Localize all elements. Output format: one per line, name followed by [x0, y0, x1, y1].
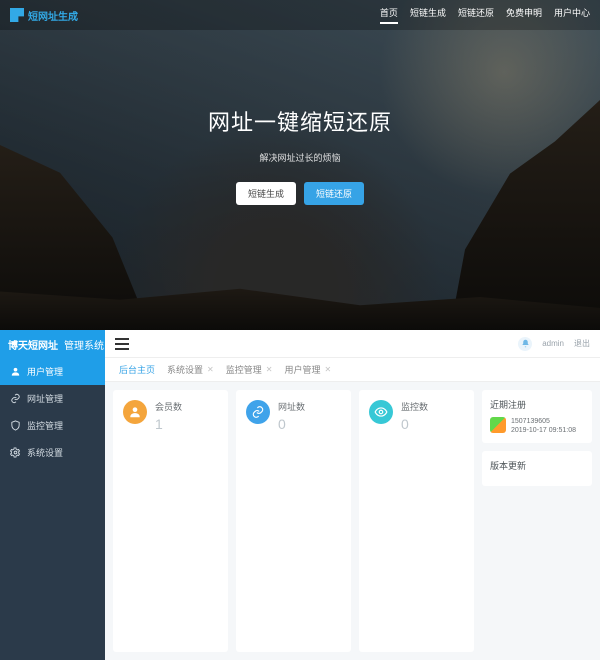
card-label: 监控数 — [401, 400, 428, 413]
generate-button[interactable]: 短链生成 — [236, 182, 296, 205]
sidebar-item-label: 网址管理 — [27, 392, 63, 405]
nav-generate[interactable]: 短链生成 — [410, 6, 446, 24]
monitor-icon — [369, 400, 393, 424]
gear-icon — [10, 447, 21, 458]
card-value: 1 — [155, 416, 182, 432]
close-icon[interactable]: ✕ — [324, 365, 331, 374]
recent-item[interactable]: 1507139605 2019-10-17 09:51:08 — [490, 417, 584, 435]
tab-label: 监控管理 — [226, 363, 262, 376]
hero-subtitle: 解决网址过长的烦恼 — [0, 151, 600, 164]
tab-label: 用户管理 — [284, 363, 320, 376]
sidebar-item-users[interactable]: 用户管理 — [0, 358, 105, 385]
hero-buttons: 短链生成 短链还原 — [0, 182, 600, 205]
admin-dashboard: 博天短网址 管理系统 用户管理 网址管理 监控管理 系统设置 — [0, 330, 600, 660]
avatar-icon — [490, 417, 506, 433]
tab-bar: 后台主页 系统设置 ✕ 监控管理 ✕ 用户管理 ✕ — [105, 358, 600, 382]
nav-disclaimer[interactable]: 免费申明 — [506, 6, 542, 24]
right-column: 近期注册 1507139605 2019-10-17 09:51:08 版本更新 — [482, 390, 592, 652]
card-members: 会员数 1 — [113, 390, 228, 652]
user-icon — [10, 366, 21, 377]
tab-dashboard[interactable]: 后台主页 — [115, 363, 159, 376]
card-urls: 网址数 0 — [236, 390, 351, 652]
panel-title: 近期注册 — [490, 398, 584, 411]
stat-cards: 会员数 1 网址数 0 — [113, 390, 474, 652]
sidebar-item-settings[interactable]: 系统设置 — [0, 439, 105, 466]
sidebar: 博天短网址 管理系统 用户管理 网址管理 监控管理 系统设置 — [0, 330, 105, 660]
tab-label: 系统设置 — [167, 363, 203, 376]
close-icon[interactable]: ✕ — [266, 365, 273, 374]
notification-icon[interactable] — [518, 337, 532, 351]
sidebar-item-label: 监控管理 — [27, 419, 63, 432]
card-monitor: 监控数 0 — [359, 390, 474, 652]
restore-button[interactable]: 短链还原 — [304, 182, 364, 205]
top-navbar: 短网址生成 首页 短链生成 短链还原 免费申明 用户中心 — [0, 0, 600, 30]
content-area: 会员数 1 网址数 0 — [105, 382, 600, 660]
sidebar-brand[interactable]: 博天短网址 管理系统 — [0, 330, 105, 358]
nav-user-center[interactable]: 用户中心 — [554, 6, 590, 24]
card-value: 0 — [401, 416, 428, 432]
sidebar-item-label: 系统设置 — [27, 446, 63, 459]
card-label: 网址数 — [278, 400, 305, 413]
landing-hero: 短网址生成 首页 短链生成 短链还原 免费申明 用户中心 网址一键缩短还原 解决… — [0, 0, 600, 330]
hero-title: 网址一键缩短还原 — [0, 105, 600, 137]
tab-settings[interactable]: 系统设置 ✕ — [163, 363, 218, 376]
recent-registrations-panel: 近期注册 1507139605 2019-10-17 09:51:08 — [482, 390, 592, 443]
sidebar-item-monitor[interactable]: 监控管理 — [0, 412, 105, 439]
card-value: 0 — [278, 416, 305, 432]
hero-content: 网址一键缩短还原 解决网址过长的烦恼 短链生成 短链还原 — [0, 105, 600, 205]
members-icon — [123, 400, 147, 424]
nav-restore[interactable]: 短链还原 — [458, 6, 494, 24]
tab-users[interactable]: 用户管理 ✕ — [280, 363, 335, 376]
recent-user-id: 1507139605 — [511, 417, 576, 426]
sidebar-item-label: 用户管理 — [27, 365, 63, 378]
menu-toggle-icon[interactable] — [115, 338, 129, 350]
sidebar-brand-sub: 管理系统 — [64, 337, 104, 352]
tab-monitor[interactable]: 监控管理 ✕ — [222, 363, 277, 376]
logout-link[interactable]: 退出 — [574, 338, 590, 349]
username-label[interactable]: admin — [542, 339, 564, 348]
shield-icon — [10, 420, 21, 431]
brand[interactable]: 短网址生成 — [10, 8, 78, 23]
sidebar-item-urls[interactable]: 网址管理 — [0, 385, 105, 412]
link-icon — [10, 393, 21, 404]
changelog-panel: 版本更新 — [482, 451, 592, 486]
sidebar-brand-main: 博天短网址 — [8, 337, 58, 352]
panel-title: 版本更新 — [490, 459, 584, 472]
nav-home[interactable]: 首页 — [380, 6, 398, 24]
main-area: admin 退出 后台主页 系统设置 ✕ 监控管理 ✕ 用户管理 ✕ — [105, 330, 600, 660]
recent-time: 2019-10-17 09:51:08 — [511, 426, 576, 435]
primary-nav: 首页 短链生成 短链还原 免费申明 用户中心 — [380, 6, 590, 24]
topbar-right: admin 退出 — [518, 337, 590, 351]
close-icon[interactable]: ✕ — [207, 365, 214, 374]
tab-label: 后台主页 — [119, 363, 155, 376]
brand-text: 短网址生成 — [28, 8, 78, 23]
brand-logo-icon — [10, 8, 24, 22]
urls-icon — [246, 400, 270, 424]
card-label: 会员数 — [155, 400, 182, 413]
main-topbar: admin 退出 — [105, 330, 600, 358]
